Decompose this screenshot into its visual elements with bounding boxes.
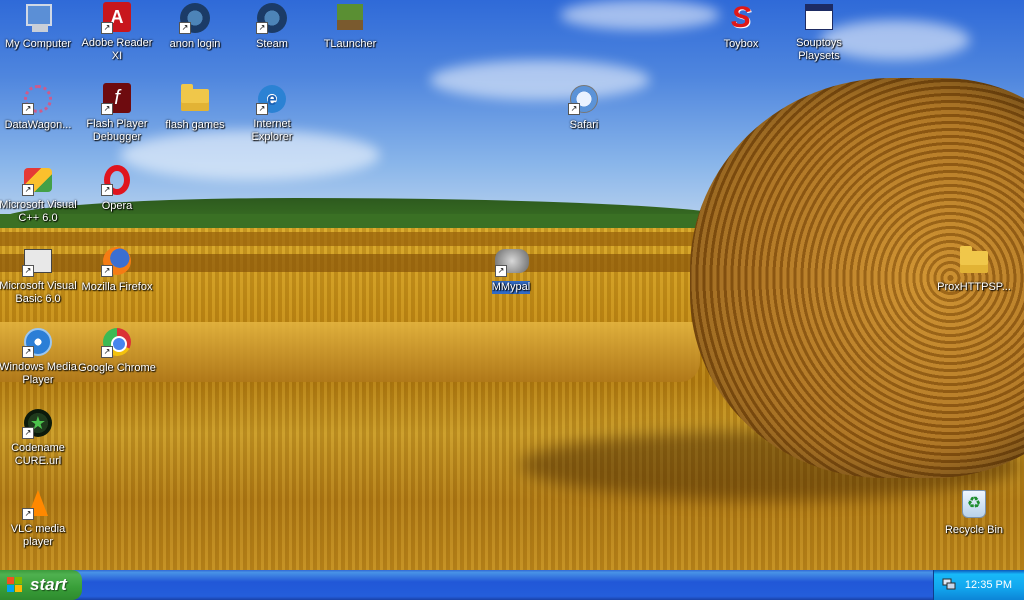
desktop-icon-flash-debugger[interactable]: f ↗ Flash Player Debugger bbox=[77, 83, 157, 145]
folder-icon bbox=[958, 245, 990, 277]
desktop-icon-visual-cpp[interactable]: ↗ Microsoft Visual C++ 6.0 bbox=[0, 164, 78, 226]
desktop-icon-toybox[interactable]: S Toybox bbox=[701, 2, 781, 52]
icon-label: MMypal bbox=[491, 281, 531, 294]
window-icon bbox=[803, 2, 835, 34]
icon-label: ProxHTTPSP... bbox=[937, 281, 1011, 293]
icon-label: Steam bbox=[256, 38, 288, 50]
desktop-icon-visual-basic[interactable]: ↗ Microsoft Visual Basic 6.0 bbox=[0, 245, 78, 307]
windows-logo-icon bbox=[7, 577, 23, 593]
vlc-icon: ↗ bbox=[22, 488, 54, 520]
icon-label: flash games bbox=[165, 119, 225, 131]
visual-cpp-icon: ↗ bbox=[22, 164, 54, 196]
icon-label: Internet Explorer bbox=[251, 118, 293, 143]
desktop-icon-firefox[interactable]: ↗ Mozilla Firefox bbox=[77, 245, 157, 295]
desktop-icon-datawagon[interactable]: ↗ DataWagon... bbox=[0, 83, 78, 133]
taskbar: start 12:35 PM bbox=[0, 570, 1024, 600]
opera-icon: ↗ bbox=[101, 164, 133, 196]
icon-label: Microsoft Visual Basic 6.0 bbox=[0, 280, 77, 305]
desktop-icon-chrome[interactable]: ↗ Google Chrome bbox=[77, 326, 157, 376]
desktop-icon-codename-cure[interactable]: ★ ↗ Codename CURE.url bbox=[0, 407, 78, 469]
desktop-icon-safari[interactable]: ↗ Safari bbox=[544, 83, 624, 133]
desktop-icon-proxhttpsp[interactable]: ProxHTTPSP... bbox=[934, 245, 1014, 295]
desktop-icon-wmp[interactable]: ↗ Windows Media Player bbox=[0, 326, 78, 388]
icon-label: My Computer bbox=[4, 38, 72, 50]
steam-icon: ↗ bbox=[256, 2, 288, 34]
start-button[interactable]: start bbox=[0, 570, 82, 600]
icon-label: Microsoft Visual C++ 6.0 bbox=[0, 199, 77, 224]
icon-label: Windows Media Player bbox=[0, 361, 77, 386]
icon-label: VLC media player bbox=[10, 523, 66, 548]
clock[interactable]: 12:35 PM bbox=[965, 579, 1012, 591]
recycle-bin-icon: ♻ bbox=[958, 488, 990, 520]
icon-label: Safari bbox=[569, 119, 599, 131]
folder-icon bbox=[179, 83, 211, 115]
icon-label: Souptoys Playsets bbox=[796, 37, 842, 62]
mmypal-icon: ↗ bbox=[495, 245, 529, 277]
desktop-icon-steam[interactable]: ↗ Steam bbox=[232, 2, 312, 52]
desktop-icon-flash-games[interactable]: flash games bbox=[155, 83, 235, 133]
desktop-icon-anon-login[interactable]: ↗ anon login bbox=[155, 2, 235, 52]
chrome-icon: ↗ bbox=[101, 326, 133, 358]
wallpaper-cloud bbox=[560, 0, 720, 30]
pdf-icon: A ↗ bbox=[101, 2, 133, 34]
icon-label: Toybox bbox=[723, 38, 759, 50]
desktop-icon-mmypal[interactable]: ↗ MMypal bbox=[471, 245, 551, 295]
desktop-icon-recycle-bin[interactable]: ♻ Recycle Bin bbox=[934, 488, 1014, 538]
ie-icon: e ↗ bbox=[256, 83, 288, 115]
desktop-icon-opera[interactable]: ↗ Opera bbox=[77, 164, 157, 214]
wallpaper-row bbox=[0, 232, 700, 246]
desktop-icon-my-computer[interactable]: My Computer bbox=[0, 2, 78, 52]
desktop-icon-internet-explorer[interactable]: e ↗ Internet Explorer bbox=[232, 83, 312, 145]
safari-icon: ↗ bbox=[568, 83, 600, 115]
minecraft-block-icon bbox=[334, 2, 366, 34]
icon-label: DataWagon... bbox=[4, 119, 72, 131]
cure-icon: ★ ↗ bbox=[22, 407, 54, 439]
start-label: start bbox=[30, 575, 67, 594]
firefox-icon: ↗ bbox=[101, 245, 133, 277]
icon-label: Opera bbox=[101, 200, 133, 212]
toybox-icon: S bbox=[730, 1, 751, 34]
icon-label: TLauncher bbox=[323, 38, 377, 50]
network-icon[interactable] bbox=[942, 578, 956, 590]
icon-label: Adobe Reader XI bbox=[81, 37, 153, 62]
visual-basic-icon: ↗ bbox=[22, 245, 54, 277]
icon-label: Mozilla Firefox bbox=[81, 281, 153, 293]
icon-label: Flash Player Debugger bbox=[86, 118, 148, 143]
desktop-icon-souptoys[interactable]: Souptoys Playsets bbox=[779, 2, 859, 64]
icon-label: anon login bbox=[169, 38, 221, 50]
desktop-icon-adobe-reader[interactable]: A ↗ Adobe Reader XI bbox=[77, 2, 157, 64]
icon-label: Recycle Bin bbox=[944, 524, 1004, 536]
desktop-icon-vlc[interactable]: ↗ VLC media player bbox=[0, 488, 78, 550]
media-player-icon: ↗ bbox=[22, 326, 54, 358]
system-tray: 12:35 PM bbox=[933, 570, 1024, 600]
computer-icon bbox=[22, 2, 54, 34]
datawagon-icon: ↗ bbox=[22, 83, 54, 115]
steam-icon: ↗ bbox=[179, 2, 211, 34]
icon-label: Codename CURE.url bbox=[11, 442, 65, 467]
icon-label: Google Chrome bbox=[78, 362, 156, 374]
flash-icon: f ↗ bbox=[101, 83, 133, 115]
desktop-icon-tlauncher[interactable]: TLauncher bbox=[310, 2, 390, 52]
